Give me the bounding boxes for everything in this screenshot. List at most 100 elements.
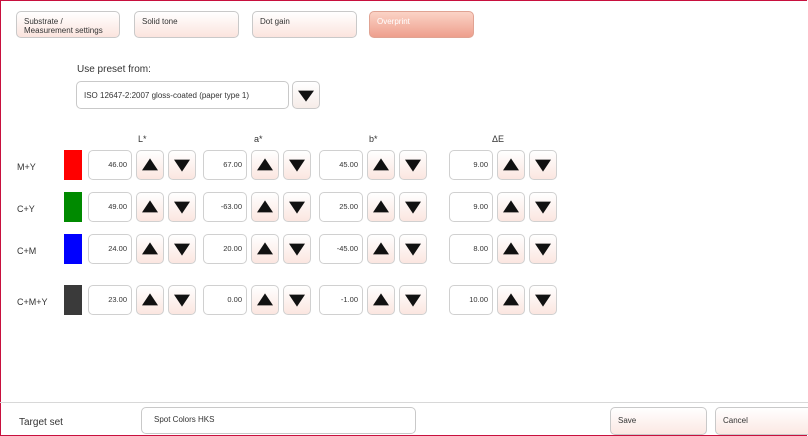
increment-button[interactable] [497, 234, 525, 264]
chevron-down-icon [298, 90, 314, 102]
value-field-m-y-a[interactable]: 67.00 [203, 150, 247, 180]
arrow-up-icon [142, 242, 158, 255]
increment-button[interactable] [136, 234, 164, 264]
save-button[interactable]: Save [610, 407, 707, 435]
decrement-button[interactable] [168, 150, 196, 180]
preset-dropdown-button[interactable] [292, 81, 320, 109]
increment-button[interactable] [136, 192, 164, 222]
tab-solid-tone[interactable]: Solid tone [134, 11, 239, 38]
tab-dot-gain[interactable]: Dot gain [252, 11, 357, 38]
arrow-down-icon [405, 294, 421, 307]
increment-button[interactable] [251, 150, 279, 180]
arrow-up-icon [257, 200, 273, 213]
increment-button[interactable] [497, 192, 525, 222]
row-label-c-m: C+M [17, 246, 37, 256]
value-field-c-m-y-delta-e[interactable]: 10.00 [449, 285, 493, 315]
tab-overprint[interactable]: Overprint [369, 11, 474, 38]
value-field-c-m-a[interactable]: 20.00 [203, 234, 247, 264]
arrow-down-icon [535, 243, 551, 256]
arrow-down-icon [289, 201, 305, 214]
increment-button[interactable] [251, 234, 279, 264]
decrement-button[interactable] [168, 234, 196, 264]
arrow-down-icon [405, 201, 421, 214]
decrement-button[interactable] [399, 192, 427, 222]
increment-button[interactable] [367, 234, 395, 264]
value-field-m-y-b[interactable]: 45.00 [319, 150, 363, 180]
decrement-button[interactable] [529, 285, 557, 315]
column-header-l: L* [138, 134, 147, 144]
target-set-label: Target set [19, 417, 63, 428]
arrow-down-icon [174, 294, 190, 307]
color-swatch-m-y [64, 150, 82, 180]
decrement-button[interactable] [399, 150, 427, 180]
row-label-m-y: M+Y [17, 162, 36, 172]
decrement-button[interactable] [529, 192, 557, 222]
arrow-down-icon [174, 243, 190, 256]
arrow-down-icon [289, 294, 305, 307]
color-swatch-c-m [64, 234, 82, 264]
tab-label: Overprint [377, 17, 410, 26]
increment-button[interactable] [367, 285, 395, 315]
value-field-c-m-b[interactable]: -45.00 [319, 234, 363, 264]
increment-button[interactable] [136, 150, 164, 180]
decrement-button[interactable] [283, 192, 311, 222]
target-set-field[interactable]: Spot Colors HKS [141, 407, 416, 434]
arrow-down-icon [535, 294, 551, 307]
decrement-button[interactable] [529, 234, 557, 264]
value-field-c-y-b[interactable]: 25.00 [319, 192, 363, 222]
arrow-up-icon [142, 158, 158, 171]
arrow-up-icon [142, 200, 158, 213]
decrement-button[interactable] [529, 150, 557, 180]
column-header-a: a* [254, 134, 263, 144]
value-field-c-m-l[interactable]: 24.00 [88, 234, 132, 264]
arrow-down-icon [174, 159, 190, 172]
decrement-button[interactable] [283, 150, 311, 180]
arrow-down-icon [535, 201, 551, 214]
arrow-up-icon [373, 242, 389, 255]
value-field-c-m-y-a[interactable]: 0.00 [203, 285, 247, 315]
color-swatch-c-y [64, 192, 82, 222]
tab-substrate-measurement[interactable]: Substrate / Measurement settings [16, 11, 120, 38]
increment-button[interactable] [251, 192, 279, 222]
value-field-c-y-l[interactable]: 49.00 [88, 192, 132, 222]
decrement-button[interactable] [168, 192, 196, 222]
increment-button[interactable] [497, 150, 525, 180]
value-field-m-y-delta-e[interactable]: 9.00 [449, 150, 493, 180]
increment-button[interactable] [497, 285, 525, 315]
row-label-c-m-y: C+M+Y [17, 297, 48, 307]
arrow-down-icon [405, 243, 421, 256]
color-swatch-c-m-y [64, 285, 82, 315]
arrow-up-icon [503, 293, 519, 306]
decrement-button[interactable] [283, 285, 311, 315]
value-field-c-y-delta-e[interactable]: 9.00 [449, 192, 493, 222]
increment-button[interactable] [251, 285, 279, 315]
footer-divider [0, 402, 808, 403]
value-field-c-y-a[interactable]: -63.00 [203, 192, 247, 222]
column-header-delta-e: ΔE [492, 134, 505, 144]
tab-label: Dot gain [260, 17, 290, 26]
arrow-up-icon [503, 158, 519, 171]
decrement-button[interactable] [283, 234, 311, 264]
arrow-up-icon [373, 158, 389, 171]
decrement-button[interactable] [399, 234, 427, 264]
decrement-button[interactable] [399, 285, 427, 315]
arrow-down-icon [174, 201, 190, 214]
value-field-c-m-y-b[interactable]: -1.00 [319, 285, 363, 315]
tab-label: Solid tone [142, 17, 178, 26]
increment-button[interactable] [367, 192, 395, 222]
preset-select[interactable]: ISO 12647-2:2007 gloss-coated (paper typ… [76, 81, 289, 109]
value-field-c-m-y-l[interactable]: 23.00 [88, 285, 132, 315]
decrement-button[interactable] [168, 285, 196, 315]
value-field-m-y-l[interactable]: 46.00 [88, 150, 132, 180]
preset-label: Use preset from: [77, 64, 151, 75]
row-label-c-y: C+Y [17, 204, 35, 214]
increment-button[interactable] [367, 150, 395, 180]
increment-button[interactable] [136, 285, 164, 315]
arrow-up-icon [142, 293, 158, 306]
arrow-down-icon [289, 159, 305, 172]
cancel-button[interactable]: Cancel [715, 407, 808, 435]
arrow-up-icon [257, 158, 273, 171]
arrow-down-icon [289, 243, 305, 256]
arrow-up-icon [257, 242, 273, 255]
value-field-c-m-delta-e[interactable]: 8.00 [449, 234, 493, 264]
